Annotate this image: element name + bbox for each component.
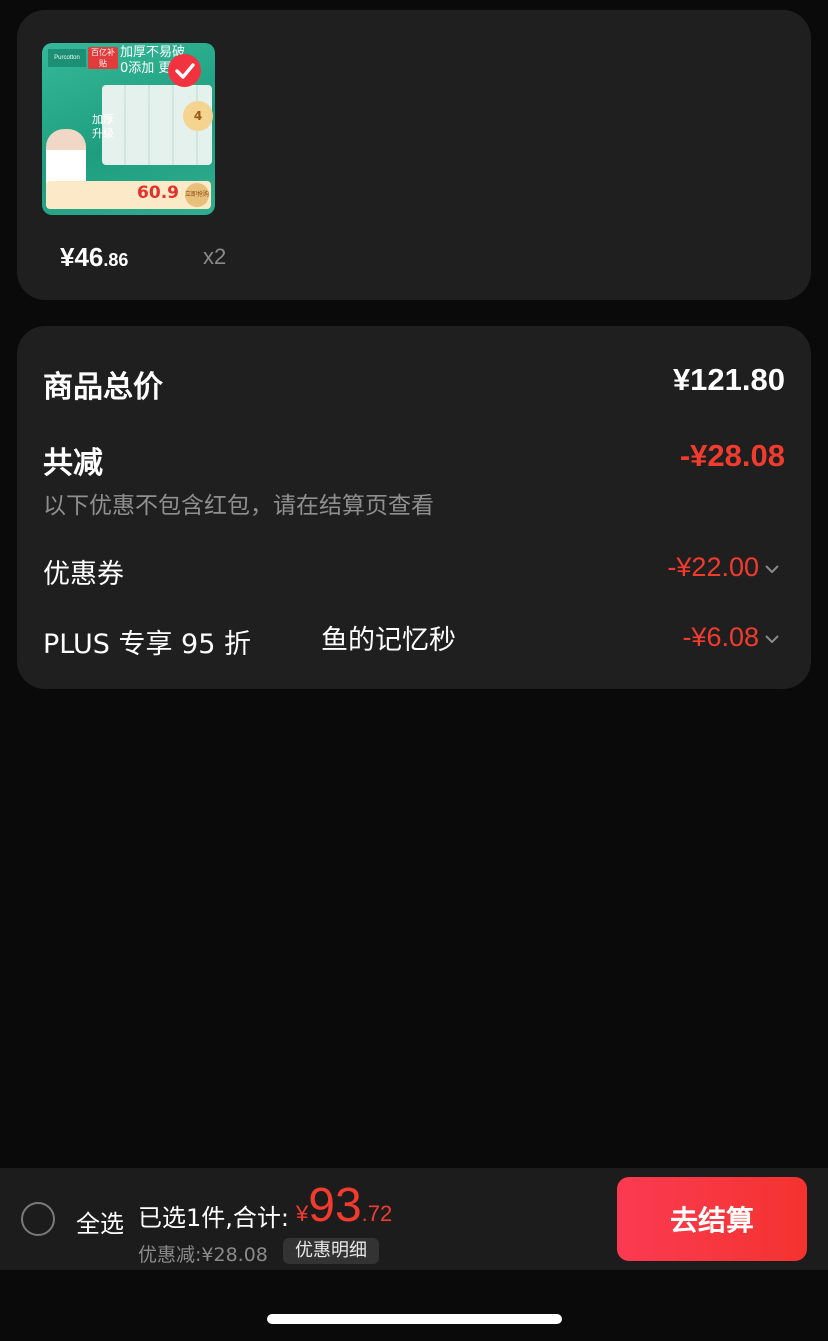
thumb-price-strip: 60.9 立即抢购 bbox=[46, 181, 211, 209]
product-card: Purcotton 百亿补贴 加厚不易破 0添加 更 加厚升级 4 60.9 立… bbox=[17, 10, 811, 300]
plus-discount-value[interactable]: -¥6.08 bbox=[682, 622, 759, 653]
thumb-upgrade-text: 加厚升级 bbox=[92, 113, 114, 140]
select-all-label[interactable]: 全选 bbox=[76, 1204, 124, 1239]
total-discount-value: -¥28.08 bbox=[679, 438, 785, 473]
thumb-price: 60.9 bbox=[137, 183, 179, 203]
thumb-subsidy-tag: 百亿补贴 bbox=[88, 47, 118, 69]
unit-price-decimal: .86 bbox=[103, 250, 129, 270]
saved-amount: 优惠减:¥28.08 bbox=[138, 1244, 268, 1266]
thumb-buy-badge: 立即抢购 bbox=[185, 183, 209, 207]
checkmark-icon[interactable] bbox=[168, 54, 201, 87]
discount-hint: 以下优惠不包含红包，请在结算页查看 bbox=[43, 493, 434, 519]
chevron-down-icon[interactable] bbox=[765, 632, 779, 646]
chevron-down-icon[interactable] bbox=[765, 562, 779, 576]
coupon-label[interactable]: 优惠券 bbox=[43, 552, 124, 591]
grand-total-decimal: .72 bbox=[361, 1201, 393, 1226]
checkout-button[interactable]: 去结算 bbox=[617, 1177, 807, 1261]
plus-overlay-text: 鱼的记忆秒 bbox=[321, 625, 456, 656]
coupon-value[interactable]: -¥22.00 bbox=[667, 552, 759, 583]
total-price-value: ¥121.80 bbox=[672, 362, 785, 397]
discount-detail-button[interactable]: 优惠明细 bbox=[283, 1238, 379, 1264]
selected-count-label: 已选1件,合计: bbox=[138, 1204, 289, 1232]
thumb-subline: 0添加 更 bbox=[120, 61, 172, 76]
thumb-count-badge: 4 bbox=[183, 101, 213, 131]
grand-total-integer: 93 bbox=[308, 1179, 362, 1232]
total-discount-label: 共减 bbox=[43, 446, 103, 481]
price-summary-card: 商品总价 ¥121.80 共减 -¥28.08 以下优惠不包含红包，请在结算页查… bbox=[17, 326, 811, 689]
quantity-label: x2 bbox=[203, 244, 227, 269]
checkout-bar: 全选 已选1件,合计: ¥93.72 优惠减:¥28.08 优惠明细 去结算 bbox=[0, 1168, 828, 1270]
unit-price: ¥46.86 bbox=[60, 242, 128, 273]
select-all-radio[interactable] bbox=[21, 1202, 55, 1236]
home-indicator[interactable] bbox=[267, 1314, 562, 1324]
total-price-label: 商品总价 bbox=[43, 370, 163, 405]
unit-price-integer: ¥46 bbox=[60, 242, 104, 272]
plus-discount-label[interactable]: PLUS 专享 95 折 bbox=[43, 622, 251, 661]
grand-total-currency: ¥ bbox=[296, 1201, 309, 1226]
thumb-brand-logo: Purcotton bbox=[48, 49, 86, 67]
grand-total: ¥93.72 bbox=[296, 1178, 392, 1233]
